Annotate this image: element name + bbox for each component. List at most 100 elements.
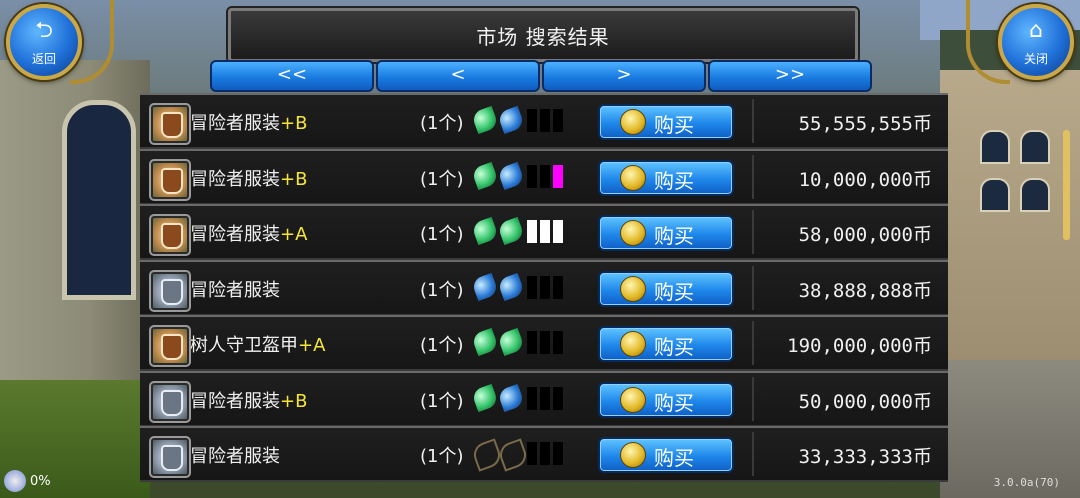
last-page-button[interactable]: >> <box>708 60 872 92</box>
item-name: 冒险者服装+B <box>190 165 307 191</box>
item-name-text: 树人守卫盔甲 <box>190 335 298 356</box>
listing-row[interactable]: 树人守卫盔甲+A (1个) 购买 190,000,000币 <box>140 315 948 371</box>
stat-slot <box>540 387 550 410</box>
stat-slot <box>527 109 537 132</box>
steel-armor-icon[interactable] <box>149 381 191 423</box>
stat-slot <box>527 276 537 299</box>
stat-slot <box>553 276 563 299</box>
prev-page-button[interactable]: < <box>376 60 540 92</box>
stat-slot <box>540 165 550 188</box>
listing-row[interactable]: 冒险者服装 (1个) 购买 33,333,333币 <box>140 426 948 482</box>
item-quantity: (1个) <box>420 113 464 134</box>
item-quantity: (1个) <box>420 391 464 412</box>
buy-button[interactable]: 购买 <box>598 271 734 307</box>
green-gem-icon <box>470 327 500 357</box>
leather-armor-icon[interactable] <box>149 325 191 367</box>
listing-row[interactable]: 冒险者服装+B (1个) 购买 10,000,000币 <box>140 149 948 205</box>
empty-gem-socket-icon <box>470 438 504 472</box>
stat-slot <box>527 165 537 188</box>
coin-icon <box>620 276 646 302</box>
green-gem-icon <box>470 105 500 135</box>
item-grade: +A <box>280 224 308 245</box>
blue-gem-icon <box>470 272 500 302</box>
column-divider <box>752 432 754 476</box>
item-grade: +A <box>298 335 326 356</box>
leather-armor-icon[interactable] <box>149 214 191 256</box>
buy-button[interactable]: 购买 <box>598 215 734 251</box>
item-name: 冒险者服装+A <box>190 220 307 246</box>
buy-label: 购买 <box>654 224 694 248</box>
buy-button[interactable]: 购买 <box>598 437 734 473</box>
item-price: 38,888,888币 <box>798 280 932 302</box>
coin-icon <box>620 165 646 191</box>
version-label: 3.0.0a(70) <box>993 476 1060 489</box>
back-arrow-icon: ⮌ <box>35 18 53 43</box>
steel-armor-icon[interactable] <box>149 436 191 478</box>
green-gem-icon <box>496 327 526 357</box>
green-gem-icon <box>496 216 526 246</box>
green-gem-icon <box>470 161 500 191</box>
next-page-button[interactable]: > <box>542 60 706 92</box>
stat-slot <box>540 331 550 354</box>
item-price: 10,000,000币 <box>798 169 932 191</box>
first-page-button[interactable]: << <box>210 60 374 92</box>
item-name: 冒险者服装+B <box>190 387 307 413</box>
green-gem-icon <box>470 216 500 246</box>
item-name-text: 冒险者服装 <box>190 391 280 412</box>
close-button[interactable]: ⌂ 关闭 <box>998 4 1074 80</box>
item-name-text: 冒险者服装 <box>190 169 280 190</box>
item-name-text: 冒险者服装 <box>190 224 280 245</box>
stat-slot <box>540 276 550 299</box>
right-building <box>940 70 1080 370</box>
item-quantity: (1个) <box>420 280 464 301</box>
column-divider <box>752 210 754 254</box>
coin-icon <box>620 331 646 357</box>
blue-gem-icon <box>496 383 526 413</box>
steel-armor-icon[interactable] <box>149 270 191 312</box>
item-price: 50,000,000币 <box>798 391 932 413</box>
blue-gem-icon <box>496 105 526 135</box>
coin-icon <box>620 220 646 246</box>
left-window <box>62 100 136 300</box>
item-price: 55,555,555币 <box>798 113 932 135</box>
listing-row[interactable]: 冒险者服装+B (1个) 购买 50,000,000币 <box>140 371 948 427</box>
stat-slot <box>527 220 537 243</box>
stat-slot <box>553 331 563 354</box>
buy-button[interactable]: 购买 <box>598 104 734 140</box>
green-gem-icon <box>470 383 500 413</box>
home-icon: ⌂ <box>1029 18 1043 43</box>
column-divider <box>752 321 754 365</box>
column-divider <box>752 377 754 421</box>
network-percent: 0% <box>30 474 51 489</box>
empty-gem-socket-icon <box>496 438 530 472</box>
leather-armor-icon[interactable] <box>149 159 191 201</box>
buy-button[interactable]: 购买 <box>598 326 734 362</box>
item-quantity: (1个) <box>420 224 464 245</box>
buy-label: 购买 <box>654 169 694 193</box>
leather-armor-icon[interactable] <box>149 103 191 145</box>
market-results-list: 冒险者服装+B (1个) 购买 55,555,555币 冒险者服装+B (1个) 购买 10,… <box>140 93 948 498</box>
stat-slot <box>540 442 550 465</box>
column-divider <box>752 266 754 310</box>
listing-row[interactable]: 冒险者服装+A (1个) 购买 58,000,000币 <box>140 204 948 260</box>
back-button[interactable]: ⮌ 返回 <box>6 4 82 80</box>
buy-button[interactable]: 购买 <box>598 382 734 418</box>
stat-slot <box>527 331 537 354</box>
title-bar: 市场 搜索结果 <box>228 8 858 62</box>
coin-icon <box>620 109 646 135</box>
listing-row[interactable]: 冒险者服装+B (1个) 购买 55,555,555币 <box>140 93 948 149</box>
coin-icon <box>620 387 646 413</box>
stat-slot <box>553 165 563 188</box>
stat-slot <box>553 109 563 132</box>
buy-button[interactable]: 购买 <box>598 160 734 196</box>
network-icon <box>4 470 26 492</box>
item-quantity: (1个) <box>420 446 464 467</box>
item-price: 190,000,000币 <box>787 335 932 357</box>
column-divider <box>752 155 754 199</box>
back-label: 返回 <box>31 52 56 66</box>
scrollbar[interactable] <box>1063 130 1070 240</box>
right-window <box>980 178 1010 212</box>
coin-icon <box>620 442 646 468</box>
item-grade: +B <box>280 391 308 412</box>
listing-row[interactable]: 冒险者服装 (1个) 购买 38,888,888币 <box>140 260 948 316</box>
